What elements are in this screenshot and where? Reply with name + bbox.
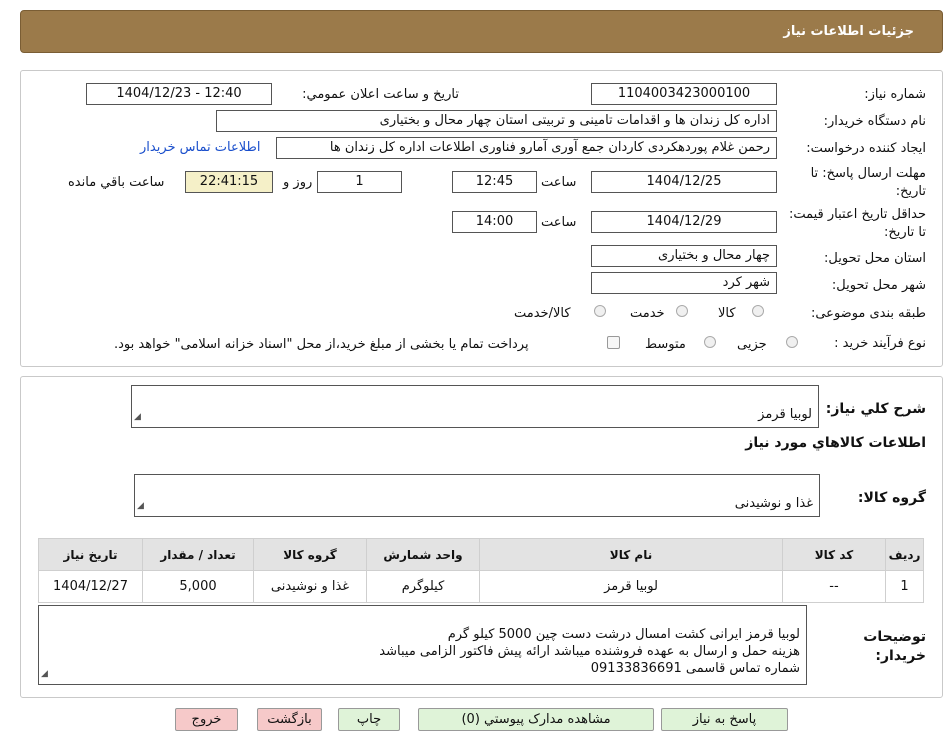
deadline-date-field: 1404/12/25	[591, 171, 777, 193]
cell-name: لوبيا قرمز	[479, 570, 783, 603]
category-option-service: خدمت	[630, 306, 665, 321]
validity-label: حداقل تاريخ اعتبار قيمت: تا تاريخ:	[788, 207, 926, 240]
validity-time-field: 14:00	[452, 211, 537, 233]
col-group-header: گروه کالا	[253, 538, 367, 571]
announce-field: 1404/12/23 - 12:40	[86, 83, 272, 105]
city-field: شهر کرد	[591, 272, 777, 294]
summary-textarea[interactable]: لوبيا قرمز ◢	[131, 385, 819, 428]
table-header-row: رديف کد کالا نام کالا واحد شمارش گروه کا…	[38, 538, 924, 571]
goods-table: رديف کد کالا نام کالا واحد شمارش گروه کا…	[38, 538, 924, 603]
buyer-org-field: اداره کل زندان ها و اقدامات تامینی و ترب…	[216, 110, 777, 132]
page-title: جزئیات اطلاعات نیاز	[783, 24, 914, 39]
process-option-medium: متوسط	[645, 337, 686, 352]
goods-group-text: غذا و نوشیدنی	[734, 496, 813, 511]
cell-code: --	[782, 570, 886, 603]
requester-field: رحمن غلام پوردهکردی کاردان جمع آوری آمار…	[276, 137, 777, 159]
col-row-header: رديف	[885, 538, 924, 571]
goods-group-label: گروه کالا:	[857, 490, 926, 506]
cell-group: غذا و نوشیدنی	[253, 570, 367, 603]
resize-grip-icon[interactable]: ◢	[137, 498, 144, 515]
col-qty-header: تعداد / مقدار	[142, 538, 254, 571]
process-option-minor: جزیی	[737, 337, 767, 352]
treasury-checkbox[interactable]	[607, 336, 620, 349]
category-label: طبقه بندی موضوعی:	[810, 306, 926, 321]
category-option-goods-service: کالا/خدمت	[514, 306, 571, 321]
buyer-contact-link[interactable]: اطلاعات تماس خريدار	[140, 140, 260, 155]
remaining-label: ساعت باقي مانده	[68, 175, 165, 190]
respond-button[interactable]: پاسخ به نياز	[661, 708, 788, 731]
buyer-notes-text: لوبیا قرمز ایرانی کشت امسال درشت دست چین…	[379, 627, 800, 676]
cell-qty: 5,000	[142, 570, 254, 603]
resize-grip-icon[interactable]: ◢	[41, 666, 48, 683]
col-date-header: تاريخ نياز	[38, 538, 143, 571]
category-option-goods: کالا	[718, 306, 736, 321]
cell-row: 1	[885, 570, 924, 603]
attachments-button[interactable]: مشاهده مدارک پيوستي (0)	[418, 708, 654, 731]
need-number-field: 1104003423000100	[591, 83, 777, 105]
requester-label: ايجاد کننده درخواست:	[806, 141, 926, 156]
deadline-time-field: 12:45	[452, 171, 537, 193]
payment-note: پرداخت تمام یا بخشی از مبلغ خرید،از محل …	[114, 337, 529, 352]
table-row: 1 -- لوبيا قرمز کیلوگرم غذا و نوشیدنی 5,…	[38, 570, 924, 603]
goods-group-textarea[interactable]: غذا و نوشیدنی ◢	[134, 474, 820, 517]
remaining-time-field: 22:41:15	[185, 171, 273, 193]
deadline-label: مهلت ارسال پاسخ: تا تاریخ:	[810, 166, 926, 199]
back-button[interactable]: بازگشت	[257, 708, 322, 731]
summary-label: شرح کلي نياز:	[825, 401, 926, 417]
buyer-notes-label: توضيحات خريدار:	[863, 629, 926, 664]
category-radio-goods[interactable]	[752, 305, 764, 317]
need-number-label: شماره نیاز:	[864, 87, 926, 102]
province-field: چهار محال و بختیاری	[591, 245, 777, 267]
province-label: استان محل تحويل:	[824, 251, 926, 266]
exit-button[interactable]: خروج	[175, 708, 238, 731]
resize-grip-icon[interactable]: ◢	[134, 409, 141, 426]
page-header: جزئیات اطلاعات نیاز	[20, 10, 943, 53]
announce-label: تاريخ و ساعت اعلان عمومي:	[302, 87, 459, 102]
col-name-header: نام کالا	[479, 538, 783, 571]
deadline-time-label: ساعت	[541, 175, 577, 190]
cell-date: 1404/12/27	[38, 570, 143, 603]
buyer-org-label: نام دستگاه خريدار:	[823, 114, 926, 129]
col-code-header: کد کالا	[782, 538, 886, 571]
buyer-notes-textarea[interactable]: لوبیا قرمز ایرانی کشت امسال درشت دست چین…	[38, 605, 807, 685]
category-radio-service[interactable]	[676, 305, 688, 317]
category-radio-goods-service[interactable]	[594, 305, 606, 317]
validity-time-label: ساعت	[541, 215, 577, 230]
validity-date-field: 1404/12/29	[591, 211, 777, 233]
process-label: نوع فرآیند خرید :	[834, 336, 926, 351]
process-radio-medium[interactable]	[704, 336, 716, 348]
col-unit-header: واحد شمارش	[366, 538, 480, 571]
days-label: روز و	[283, 175, 313, 190]
city-label: شهر محل تحويل:	[831, 278, 926, 293]
goods-info-title: اطلاعات کالاهاي مورد نياز	[745, 435, 926, 451]
days-field: 1	[317, 171, 402, 193]
process-radio-minor[interactable]	[786, 336, 798, 348]
print-button[interactable]: چاپ	[338, 708, 400, 731]
cell-unit: کیلوگرم	[366, 570, 480, 603]
summary-text: لوبيا قرمز	[758, 407, 812, 422]
